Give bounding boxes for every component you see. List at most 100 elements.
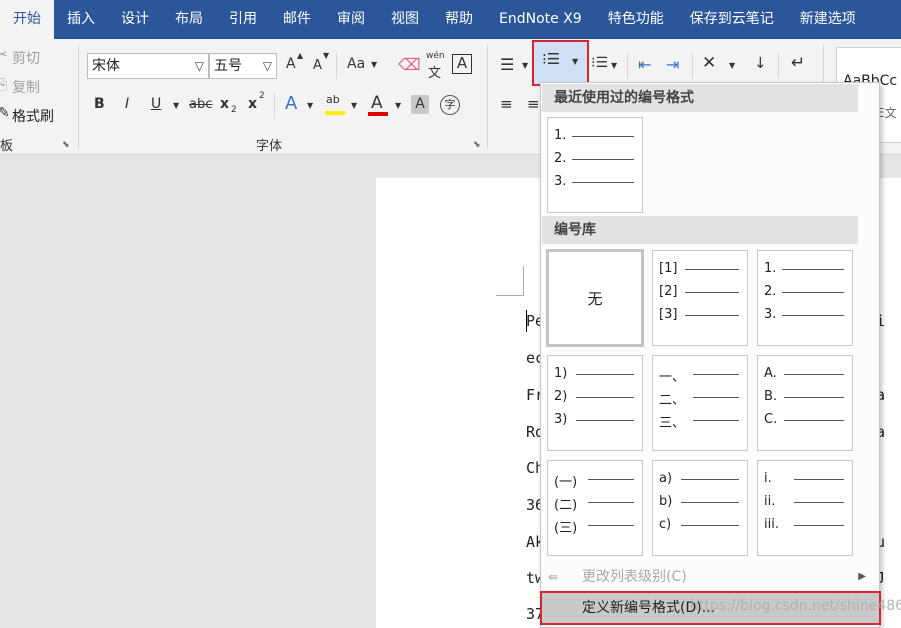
numbering-library-header: 编号库: [542, 216, 858, 244]
tab-help[interactable]: 帮助: [432, 0, 486, 39]
tab-references[interactable]: 引用: [216, 0, 270, 39]
font-name-combo[interactable]: 宋体 ▽: [87, 53, 209, 79]
tab-endnote[interactable]: EndNote X9: [486, 0, 595, 39]
clipboard-launcher-icon[interactable]: ⬊: [62, 140, 70, 150]
tile-label: A.: [764, 366, 777, 381]
tile-label: 3): [554, 412, 568, 427]
tile-line: [782, 315, 844, 316]
change-list-level-item[interactable]: ⇚ 更改列表级别(C) ▶: [542, 562, 878, 592]
numbering-tile-decimal[interactable]: 1. 2. 3.: [757, 250, 853, 346]
format-painter-button[interactable]: 格式刷: [12, 106, 54, 126]
tab-home[interactable]: 开始: [0, 0, 54, 39]
numbering-button[interactable]: ⁝☰ ▼: [532, 40, 589, 86]
chevron-down-icon[interactable]: ▽: [263, 54, 272, 78]
numbering-icon: ⁝☰: [542, 50, 561, 68]
ribbon-tabs: 开始 插入 设计 布局 引用 邮件 审阅 视图 帮助 EndNote X9 特色…: [0, 0, 901, 39]
numbering-tile-upper-alpha[interactable]: A. B. C.: [757, 355, 853, 451]
underline-button[interactable]: U: [151, 96, 161, 112]
superscript-button[interactable]: x: [248, 96, 257, 112]
sort-icon[interactable]: ↓: [754, 54, 767, 72]
tab-new-option[interactable]: 新建选项: [787, 0, 869, 39]
font-size-combo[interactable]: 五号 ▽: [209, 53, 277, 79]
dropdown-arrow-icon[interactable]: ▼: [307, 101, 313, 110]
char-border-button[interactable]: A: [452, 54, 472, 74]
align-left-icon[interactable]: ≡: [500, 95, 513, 113]
recent-formats-header: 最近使用过的编号格式: [542, 84, 858, 112]
font-divider: [274, 93, 275, 119]
tab-view[interactable]: 视图: [378, 0, 432, 39]
tile-line: [794, 525, 844, 526]
char-shading-button[interactable]: A: [411, 95, 429, 114]
tab-insert[interactable]: 插入: [54, 0, 108, 39]
increase-indent-icon[interactable]: ⇥: [666, 55, 679, 74]
tile-label: 2.: [554, 151, 567, 166]
bullets-icon[interactable]: ☰: [500, 55, 514, 74]
show-marks-icon[interactable]: ↵: [791, 53, 805, 73]
dropdown-arrow-icon[interactable]: ▼: [395, 101, 401, 110]
numbering-tile-none[interactable]: 无: [546, 249, 644, 347]
multilevel-list-icon[interactable]: ⁝☰: [591, 55, 608, 71]
tile-label: 2): [554, 389, 568, 404]
chevron-down-icon[interactable]: ▽: [195, 54, 204, 78]
tab-save-cloud-note[interactable]: 保存到云笔记: [677, 0, 787, 39]
italic-button[interactable]: I: [125, 96, 129, 112]
tile-line: [572, 136, 634, 137]
tab-special-features[interactable]: 特色功能: [595, 0, 677, 39]
dropdown-arrow-icon[interactable]: ▼: [522, 61, 528, 70]
tile-line: [784, 397, 844, 398]
align-center-icon[interactable]: ≡: [527, 95, 540, 113]
tile-label: 1): [554, 366, 568, 381]
chinese-layout-icon[interactable]: ✕: [702, 53, 716, 73]
para-divider: [627, 53, 628, 79]
shrink-font-button[interactable]: A: [313, 58, 322, 73]
grow-font-button[interactable]: A: [286, 56, 296, 72]
numbering-tile-recent[interactable]: 1. 2. 3.: [547, 117, 643, 213]
dropdown-arrow-icon[interactable]: ▼: [729, 61, 735, 70]
tab-layout[interactable]: 布局: [162, 0, 216, 39]
tile-label: c): [659, 517, 672, 532]
strikethrough-button[interactable]: abc: [189, 97, 212, 112]
numbering-tile-chinese[interactable]: 一、 二、 三、: [652, 355, 748, 451]
tab-design[interactable]: 设计: [108, 0, 162, 39]
numbering-tile-lower-alpha[interactable]: a) b) c): [652, 460, 748, 556]
dropdown-arrow-icon[interactable]: ▼: [611, 61, 617, 70]
tile-line: [782, 269, 844, 270]
tile-label: iii.: [764, 517, 779, 532]
tile-label: i.: [764, 471, 772, 486]
text-effects-button[interactable]: A: [285, 93, 297, 114]
tile-label: 二、: [659, 393, 686, 408]
dropdown-arrow-icon[interactable]: ▼: [351, 101, 357, 110]
highlight-button[interactable]: ab: [326, 93, 340, 106]
bold-button[interactable]: B: [94, 96, 105, 112]
subscript-button[interactable]: x: [220, 96, 229, 112]
enclose-chars-button[interactable]: 字: [440, 95, 460, 115]
numbering-tile-chinese-paren[interactable]: (一) (二) (三): [547, 460, 643, 556]
list-level-icon: ⇚: [548, 570, 559, 584]
cut-button[interactable]: 剪切: [12, 48, 40, 68]
dropdown-arrow-icon[interactable]: ▼: [173, 101, 179, 110]
decrease-indent-icon[interactable]: ⇤: [638, 55, 651, 74]
numbering-tile-lower-roman[interactable]: i. ii. iii.: [757, 460, 853, 556]
font-color-button[interactable]: A: [371, 93, 383, 113]
tile-line: [693, 420, 739, 421]
tile-line: [572, 159, 634, 160]
dropdown-arrow-icon[interactable]: ▼: [572, 57, 578, 66]
font-launcher-icon[interactable]: ⬊: [473, 140, 481, 150]
numbering-tile-paren[interactable]: 1) 2) 3): [547, 355, 643, 451]
tile-label: [2]: [659, 284, 678, 299]
submenu-arrow-icon: ▶: [858, 571, 866, 582]
numbering-tile-bracket[interactable]: [1] [2] [3]: [652, 250, 748, 346]
tile-label: C.: [764, 412, 778, 427]
clear-formatting-icon[interactable]: ⌫: [398, 55, 421, 74]
change-case-button[interactable]: Aa: [347, 56, 365, 72]
font-group-label: 字体: [256, 139, 283, 154]
tile-line: [681, 479, 739, 480]
dropdown-arrow-icon[interactable]: ▼: [371, 60, 377, 69]
phonetic-guide-button[interactable]: 文: [428, 62, 441, 81]
tab-mailings[interactable]: 邮件: [270, 0, 324, 39]
tile-line: [784, 420, 844, 421]
tile-label: a): [659, 471, 673, 486]
copy-button[interactable]: 复制: [12, 77, 40, 97]
tile-line: [794, 479, 844, 480]
tab-review[interactable]: 审阅: [324, 0, 378, 39]
